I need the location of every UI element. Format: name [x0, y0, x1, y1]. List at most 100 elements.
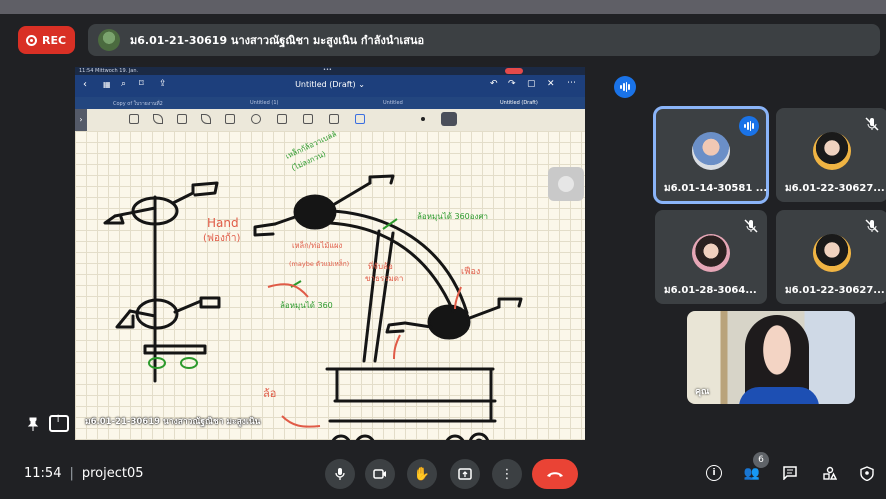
mic-off-icon: [865, 117, 879, 131]
end-call-icon: [547, 472, 563, 477]
chat-icon: [783, 466, 797, 480]
low-left-hand-shape: [115, 309, 135, 329]
color-pen-icon: [355, 114, 365, 124]
presenter-text: ม6.01-21-30619 นางสาวณัฐณิชา มะสูงเนิน ก…: [130, 34, 425, 47]
page-icon: ▢: [527, 79, 536, 89]
chat-button[interactable]: [779, 462, 801, 484]
left-hand-shape: [103, 214, 125, 225]
back-icon: ‹: [83, 79, 87, 90]
ipad-status-bar: 11:54 Mittwoch 19. Jan. •••: [75, 67, 585, 75]
top-edge-strip: [0, 0, 886, 14]
record-icon: [26, 34, 37, 46]
more-icon: ⋯: [567, 78, 576, 88]
pin-icon[interactable]: [26, 417, 40, 431]
ipad-tab: Copy of ใบรายงานที่2: [113, 101, 163, 107]
avatar: [813, 234, 851, 272]
top-left-arm: [273, 215, 297, 226]
people-count-badge: 6: [753, 452, 769, 468]
right-arm-shape: [171, 191, 195, 205]
shared-screen-owner: ม6.01-21-30619 นางสาวณัฐณิชา มะสูงเนิน: [85, 417, 261, 427]
red-arrow-bottom: [281, 415, 321, 428]
sketch-label-mid-1: เหล็ก/ท่อไม้แผง: [292, 240, 343, 250]
shared-screen: 11:54 Mittwoch 19. Jan. ••• Untitled (Dr…: [75, 67, 585, 440]
participant-tile[interactable]: ม6.01-22-30627...: [776, 210, 886, 304]
microphone-button[interactable]: [325, 459, 355, 489]
cart-wheel-3: [445, 434, 465, 440]
present-screen-icon: [458, 468, 472, 480]
low-right-arm-shape: [173, 299, 203, 314]
sketch-label-red-mid-1: ที่จับล้อ: [368, 260, 393, 271]
participant-tile[interactable]: ม6.01-22-30627...: [776, 108, 886, 202]
sketch-label-hand: Hand: [207, 216, 239, 230]
clock-time: 11:54: [24, 466, 62, 481]
avatar: [813, 132, 851, 170]
more-options-button[interactable]: ⋮: [492, 459, 522, 489]
sketch-label-mid-2: (maybe ตัวแม่เหล็ก): [289, 259, 349, 268]
self-name: คุณ: [695, 387, 710, 397]
host-controls-button[interactable]: [856, 462, 878, 484]
bookmark-icon: ⌑: [139, 79, 144, 89]
sketch-label-red-right: เฟือง: [461, 266, 480, 277]
top-right-arm: [331, 181, 372, 207]
self-view-tile[interactable]: คุณ: [687, 311, 855, 404]
bottom-left-hand: [385, 321, 407, 334]
meeting-details: 11:54 | project05: [24, 466, 144, 481]
avatar: [692, 234, 730, 272]
bottom-wheel-shape: [427, 304, 471, 340]
ipad-status-time: 11:54 Mittwoch 19. Jan.: [79, 68, 139, 74]
camera-button[interactable]: [365, 459, 395, 489]
ipad-tab: Untitled (1): [250, 100, 279, 106]
green-wheel-right: [180, 357, 198, 369]
participant-tile[interactable]: ม6.01-14-30581 ...: [653, 106, 769, 204]
raise-hand-button[interactable]: ✋: [407, 459, 437, 489]
presenter-banner: ม6.01-21-30619 นางสาวณัฐณิชา มะสูงเนิน ก…: [88, 24, 880, 56]
top-right-hand: [368, 174, 395, 185]
sketch-label-hand-sub: (ฟองก้า): [203, 232, 241, 244]
recording-label: REC: [42, 33, 67, 47]
assistive-touch-button: [548, 167, 584, 201]
speaking-indicator: [739, 116, 759, 136]
red-arrow-left: [267, 283, 309, 298]
camera-icon: [373, 469, 386, 479]
recording-indicator[interactable]: REC: [18, 26, 75, 54]
eraser-icon: [177, 114, 187, 124]
present-now-button[interactable]: [450, 459, 480, 489]
highlighter-icon: [201, 114, 211, 124]
activities-button[interactable]: [819, 462, 841, 484]
people-icon: 👥: [743, 465, 761, 481]
participant-tile[interactable]: ม6.01-28-3064...: [655, 210, 767, 304]
shield-icon: [860, 465, 874, 481]
sidebar-toggle-icon: ›: [75, 109, 87, 131]
avatar: [692, 132, 730, 170]
shapes-icon: [225, 114, 235, 124]
audio-bars-icon: [620, 82, 630, 92]
separator: |: [69, 466, 74, 481]
participant-name: ม6.01-28-3064...: [664, 285, 757, 296]
ipad-pen-toolbar: [75, 109, 585, 132]
activities-icon: [823, 466, 837, 480]
presenter-speaking-indicator: [614, 76, 636, 98]
meeting-name: project05: [81, 466, 144, 481]
color-swatch-icon: [441, 112, 457, 126]
fullscreen-share-icon[interactable]: [49, 414, 69, 432]
lasso-icon: [251, 114, 261, 124]
participant-name: ม6.01-22-30627...: [785, 285, 885, 296]
leave-call-button[interactable]: [532, 459, 578, 489]
info-icon: i: [706, 465, 722, 481]
ipad-tab-bar: Copy of ใบรายงานที่2 Untitled (1) Untitl…: [75, 97, 585, 109]
mic-off-icon: [865, 219, 879, 233]
stroke-dot-icon: [421, 117, 425, 121]
hand-icon: ✋: [413, 466, 431, 482]
low-right-hand-shape: [199, 296, 221, 309]
cart-wheel-2: [355, 434, 375, 440]
text-icon: [329, 114, 339, 124]
bottom-left-arm: [403, 321, 433, 329]
grid-icon: ▦: [103, 80, 111, 89]
search-icon: ⌕: [121, 79, 127, 89]
top-left-hand: [253, 222, 277, 237]
participant-name: ม6.01-14-30581 ...: [664, 183, 767, 194]
ipad-nav-bar: Untitled (Draft) ⌄ ‹ ▦ ⌕ ⌑ ⇪ ↶ ↷ ▢ ✕ ⋯: [75, 75, 585, 97]
meeting-info-button[interactable]: i: [703, 462, 725, 484]
mic-off-icon: [744, 219, 758, 233]
image-icon: [277, 114, 287, 124]
